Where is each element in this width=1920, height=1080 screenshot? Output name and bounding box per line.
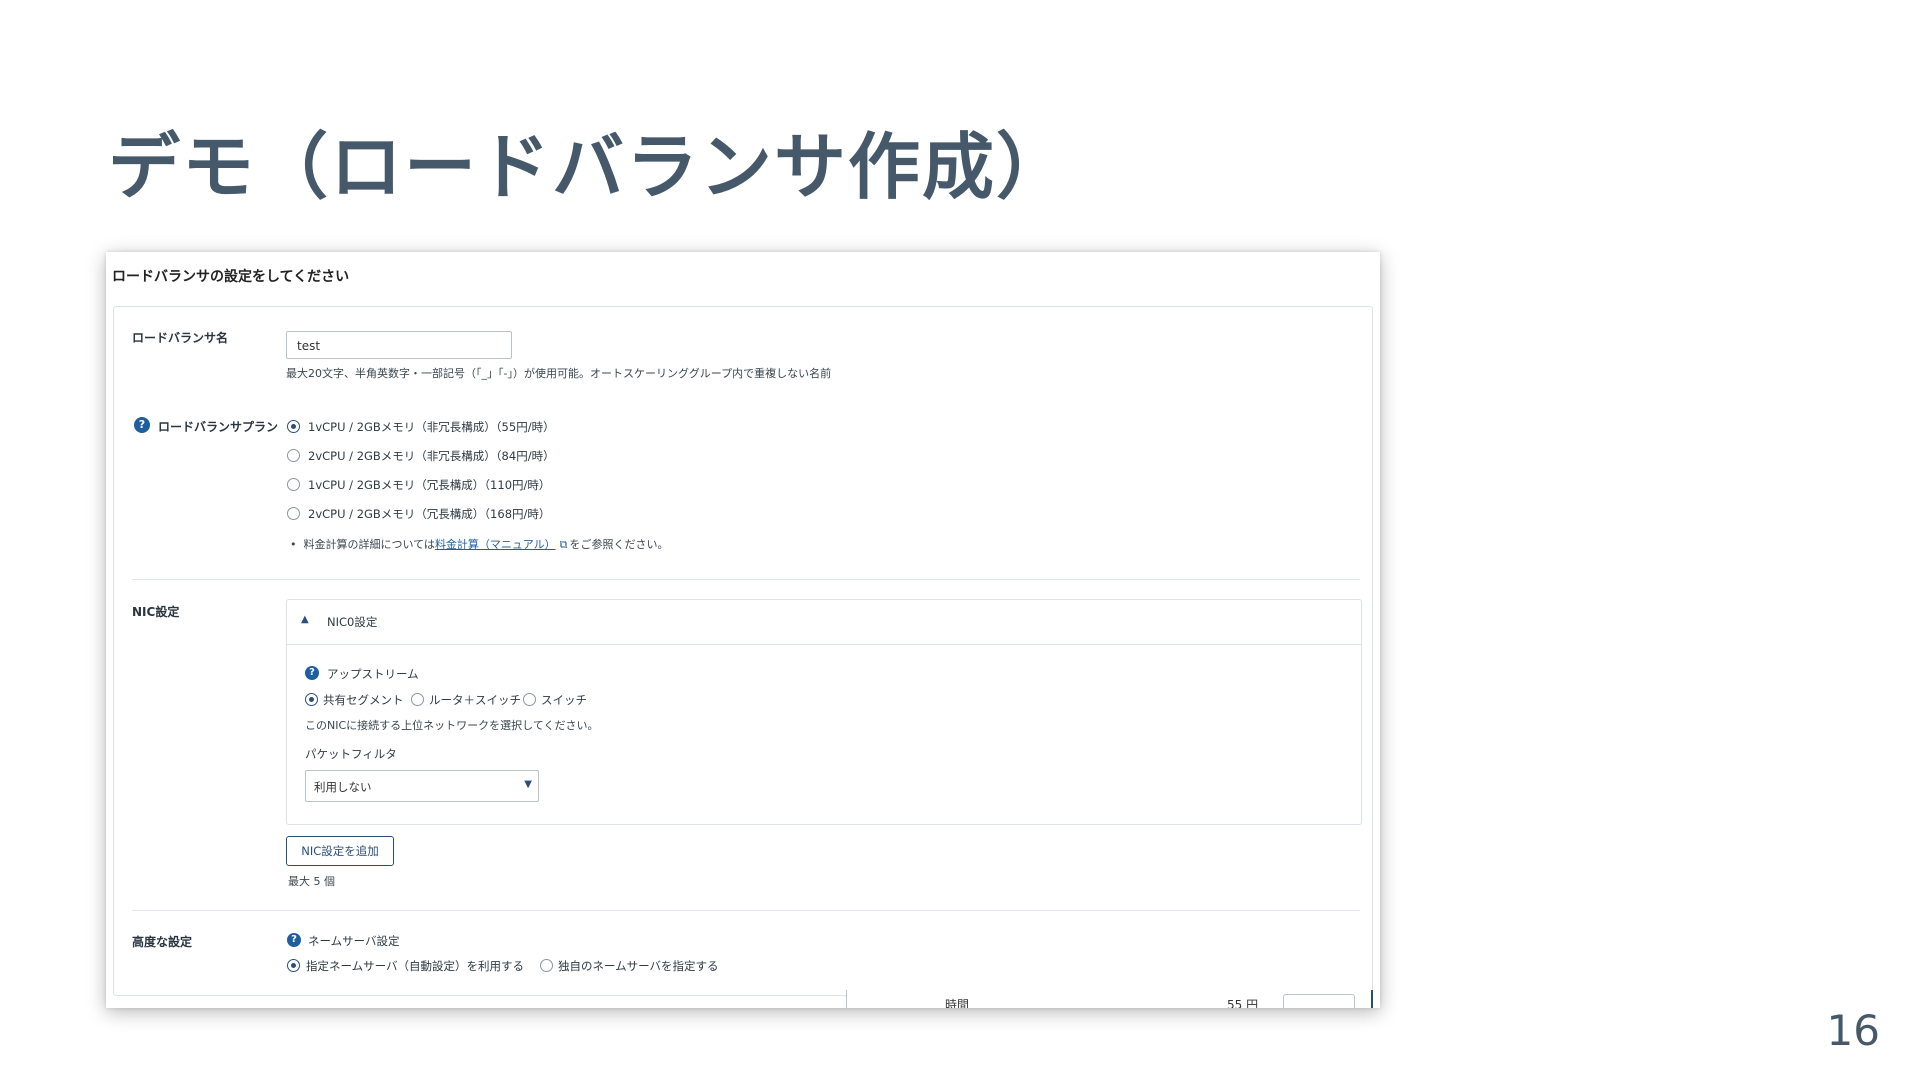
nic-section: ▲ NIC0設定 ? アップストリーム 共有セグメント ルータ＋スイッチ スイッ… xyxy=(286,599,1362,825)
upstream-label: アップストリーム xyxy=(327,667,419,681)
plan-label: ロードバランサプラン xyxy=(158,420,279,434)
pricing-note-prefix: 料金計算の詳細については xyxy=(303,538,435,551)
upstream-option-label: スイッチ xyxy=(541,693,587,707)
form-heading: ロードバランサの設定をしてください xyxy=(112,269,350,285)
pricing-note: • 料金計算の詳細については料金計算（マニュアル） ⧉ をご参照ください。 xyxy=(290,536,668,552)
footer-button[interactable] xyxy=(1283,994,1355,1008)
footer-edge xyxy=(1371,990,1373,1008)
chevron-down-icon: ▼ xyxy=(524,779,532,790)
advanced-label: 高度な設定 xyxy=(132,935,193,949)
plan-option-label: 2vCPU / 2GBメモリ（非冗長構成）（84円/時） xyxy=(308,449,555,463)
nameserver-radio[interactable] xyxy=(287,959,300,972)
name-input[interactable]: test xyxy=(286,331,512,359)
upstream-option-label: ルータ＋スイッチ xyxy=(429,693,521,707)
pricing-note-suffix: をご参照ください。 xyxy=(569,538,669,551)
nic-section-title: NIC0設定 xyxy=(327,615,378,629)
price-footer-value: 55 円 xyxy=(1227,998,1259,1008)
upstream-radio[interactable] xyxy=(411,693,424,706)
divider xyxy=(132,579,1360,580)
packet-filter-select[interactable]: 利用しない ▼ xyxy=(305,770,539,802)
upstream-hint: このNICに接続する上位ネットワークを選択してください。 xyxy=(305,719,599,732)
packet-filter-value: 利用しない xyxy=(314,780,372,794)
upstream-option-label: 共有セグメント xyxy=(323,693,404,707)
upstream-radio[interactable] xyxy=(523,693,536,706)
name-hint: 最大20文字、半角英数字・一部記号（「_」「-」）が使用可能。オートスケーリング… xyxy=(286,367,832,380)
nameserver-option-label: 独自のネームサーバを指定する xyxy=(558,959,719,973)
settings-panel: ロードバランサ名 test 最大20文字、半角英数字・一部記号（「_」「-」）が… xyxy=(113,306,1373,996)
page-number: 16 xyxy=(1826,1006,1880,1055)
plan-radio[interactable] xyxy=(287,420,300,433)
question-circle-icon[interactable]: ? xyxy=(287,933,301,947)
nameserver-radio[interactable] xyxy=(540,959,553,972)
external-link-icon: ⧉ xyxy=(559,538,568,551)
nameserver-label: ネームサーバ設定 xyxy=(308,934,400,948)
upstream-radio[interactable] xyxy=(305,693,318,706)
packet-filter-label: パケットフィルタ xyxy=(305,747,397,761)
pricing-link[interactable]: 料金計算（マニュアル） xyxy=(435,538,556,551)
bullet: • xyxy=(290,538,304,551)
question-circle-icon[interactable]: ? xyxy=(305,666,319,680)
question-circle-icon[interactable]: ? xyxy=(134,417,150,433)
plan-option-label: 1vCPU / 2GBメモリ（冗長構成）（110円/時） xyxy=(308,478,551,492)
nameserver-option-label: 指定ネームサーバ（自動設定）を利用する xyxy=(306,959,525,973)
plan-radio[interactable] xyxy=(287,478,300,491)
price-footer: 時間 55 円 xyxy=(846,990,1375,1008)
nic-section-header[interactable]: ▲ NIC0設定 xyxy=(287,600,1361,645)
price-footer-label: 時間 xyxy=(945,998,970,1008)
nic-label: NIC設定 xyxy=(132,605,180,619)
plan-radio[interactable] xyxy=(287,449,300,462)
divider xyxy=(132,910,1360,911)
collapse-caret-icon[interactable]: ▲ xyxy=(301,614,309,625)
slide-title: デモ（ロードバランサ作成） xyxy=(108,125,1071,209)
plan-option-label: 2vCPU / 2GBメモリ（冗長構成）（168円/時） xyxy=(308,507,551,521)
plan-option-label: 1vCPU / 2GBメモリ（非冗長構成）（55円/時） xyxy=(308,420,555,434)
name-label: ロードバランサ名 xyxy=(132,331,229,345)
add-nic-button[interactable]: NIC設定を追加 xyxy=(286,836,394,866)
plan-radio[interactable] xyxy=(287,507,300,520)
nic-max-note: 最大 5 個 xyxy=(288,875,335,888)
screenshot-panel: ロードバランサの設定をしてください ロードバランサ名 test 最大20文字、半… xyxy=(106,252,1380,1008)
